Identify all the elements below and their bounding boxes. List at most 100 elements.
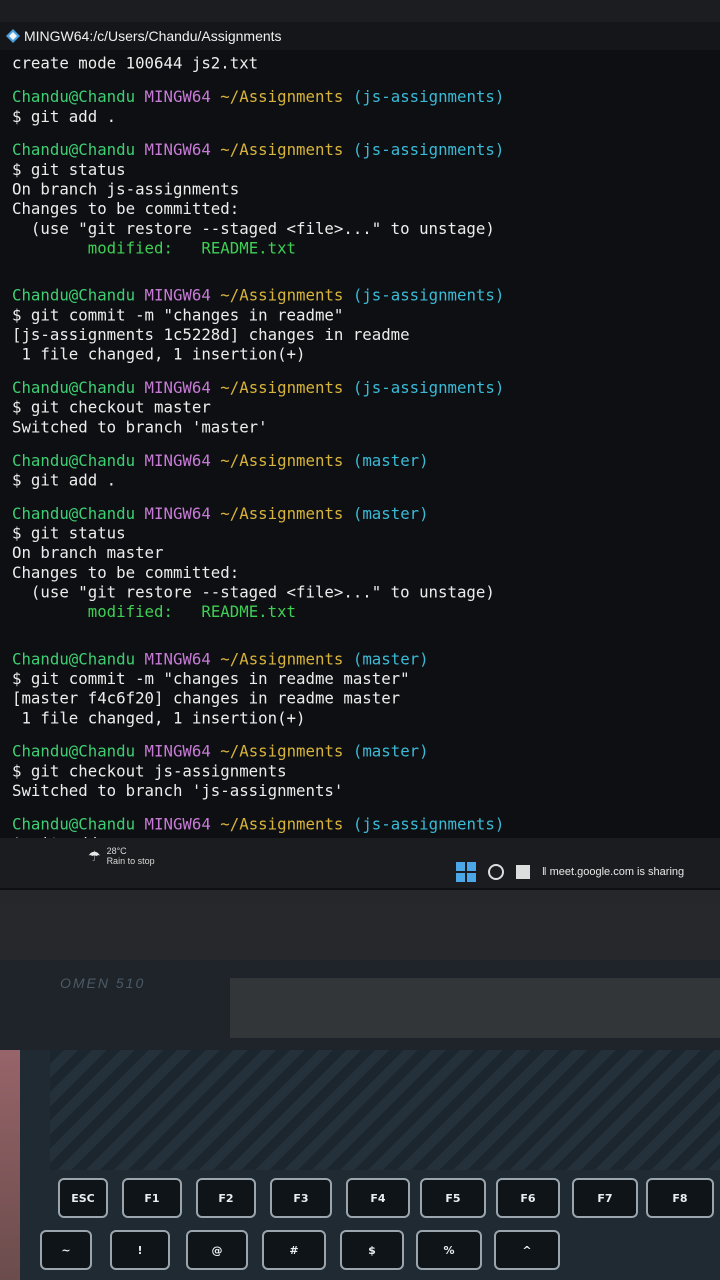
modified-filename: README.txt bbox=[201, 602, 297, 622]
prompt-user: Chandu@Chandu bbox=[12, 87, 136, 107]
taskbar-icons: ‖ meet.google.com is sharing bbox=[456, 862, 684, 882]
weather-temp: 28°C bbox=[106, 846, 127, 856]
output-line: $ git status bbox=[12, 160, 126, 179]
output-line: On branch master bbox=[12, 543, 164, 563]
modified-filename: README.txt bbox=[201, 238, 297, 258]
terminal-titlebar[interactable]: MINGW64:/c/Users/Chandu/Assignments bbox=[0, 22, 720, 50]
prompt-branch: (master) bbox=[352, 741, 429, 761]
output-line: $ git add . bbox=[12, 107, 117, 126]
output-line: On branch js-assignments bbox=[12, 179, 240, 199]
output-line: $ git status bbox=[12, 523, 126, 543]
weather-widget[interactable]: ☂ 28°C Rain to stop bbox=[88, 846, 155, 866]
key-esc[interactable]: ESC bbox=[58, 1178, 108, 1218]
prompt-branch: (js-assignments) bbox=[352, 814, 505, 834]
key-f7[interactable]: F7 bbox=[572, 1178, 638, 1218]
output-line: [master f4c6f20] changes in readme maste… bbox=[12, 688, 401, 708]
search-icon[interactable] bbox=[488, 864, 504, 880]
output-line: Changes to be committed: bbox=[12, 563, 240, 582]
output-line: $ git checkout master bbox=[12, 397, 211, 417]
prompt-sys: MINGW64 bbox=[144, 451, 211, 470]
prompt-sys: MINGW64 bbox=[144, 378, 211, 397]
prompt-path: ~/Assignments bbox=[220, 504, 344, 523]
key-f3[interactable]: F3 bbox=[270, 1178, 332, 1218]
prompt-branch: (master) bbox=[352, 504, 429, 523]
output-line: Changes to be committed: bbox=[12, 199, 240, 219]
laptop-screen: MINGW64:/c/Users/Chandu/Assignments crea… bbox=[0, 22, 720, 890]
rain-icon: ☂ bbox=[88, 847, 101, 864]
prompt-user: Chandu@Chandu bbox=[12, 741, 136, 761]
prompt-branch: (js-assignments) bbox=[352, 140, 505, 160]
modified-label: modified: bbox=[87, 602, 173, 622]
key-[interactable]: ! bbox=[110, 1230, 170, 1270]
prompt-branch: (js-assignments) bbox=[352, 378, 505, 397]
weather-desc: Rain to stop bbox=[106, 856, 155, 866]
prompt-path: ~/Assignments bbox=[220, 814, 344, 834]
prompt-sys: MINGW64 bbox=[144, 87, 211, 107]
task-view-icon[interactable] bbox=[516, 865, 530, 879]
prompt-line: Chandu@Chandu MINGW64 ~/Assignments (js-… bbox=[12, 140, 700, 160]
prompt-path: ~/Assignments bbox=[220, 741, 344, 761]
output-line: $ git commit -m "changes in readme" bbox=[12, 305, 344, 325]
key-[interactable]: # bbox=[262, 1230, 326, 1270]
output-line: (use "git restore --staged <file>..." to… bbox=[12, 219, 495, 238]
prompt-sys: MINGW64 bbox=[144, 140, 211, 160]
hinge-bar bbox=[230, 978, 720, 1038]
key-f5[interactable]: F5 bbox=[420, 1178, 486, 1218]
output-line: 1 file changed, 1 insertion(+) bbox=[12, 344, 306, 364]
terminal-output[interactable]: create mode 100644 js2.txt Chandu@Chandu … bbox=[12, 54, 700, 854]
output-line: $ git checkout js-assignments bbox=[12, 761, 287, 781]
key-[interactable]: ~ bbox=[40, 1230, 92, 1270]
prompt-line: Chandu@Chandu MINGW64 ~/Assignments (mas… bbox=[12, 504, 700, 524]
prompt-sys: MINGW64 bbox=[144, 814, 211, 834]
prompt-user: Chandu@Chandu bbox=[12, 140, 136, 160]
output-line: Switched to branch 'js-assignments' bbox=[12, 781, 344, 800]
prompt-sys: MINGW64 bbox=[144, 285, 211, 305]
key-f8[interactable]: F8 bbox=[646, 1178, 714, 1218]
output-line: (use "git restore --staged <file>..." to… bbox=[12, 582, 495, 602]
prompt-sys: MINGW64 bbox=[144, 649, 211, 669]
key-f1[interactable]: F1 bbox=[122, 1178, 182, 1218]
prompt-sys: MINGW64 bbox=[144, 741, 211, 761]
laptop-brand: OMEN 510 bbox=[60, 975, 146, 991]
prompt-user: Chandu@Chandu bbox=[12, 814, 136, 834]
output-line: 1 file changed, 1 insertion(+) bbox=[12, 708, 306, 728]
key-f4[interactable]: F4 bbox=[346, 1178, 410, 1218]
modified-file-line: modified: README.txt bbox=[12, 239, 700, 259]
output-line: Switched to branch 'master' bbox=[12, 417, 268, 437]
git-bash-icon bbox=[6, 29, 20, 43]
prompt-path: ~/Assignments bbox=[220, 451, 344, 470]
speaker-grille bbox=[50, 1050, 720, 1170]
prompt-path: ~/Assignments bbox=[220, 649, 344, 669]
output-line: $ git add . bbox=[12, 470, 117, 490]
prompt-branch: (master) bbox=[352, 649, 429, 669]
windows-start-icon[interactable] bbox=[456, 862, 476, 882]
key-[interactable]: ^ bbox=[494, 1230, 560, 1270]
prompt-user: Chandu@Chandu bbox=[12, 649, 136, 669]
key-[interactable]: $ bbox=[340, 1230, 404, 1270]
modified-file-line: modified: README.txt bbox=[12, 602, 700, 622]
key-[interactable]: @ bbox=[186, 1230, 248, 1270]
output-line: $ git commit -m "changes in readme maste… bbox=[12, 669, 410, 688]
prompt-line: Chandu@Chandu MINGW64 ~/Assignments (js-… bbox=[12, 286, 700, 306]
prompt-branch: (js-assignments) bbox=[352, 285, 505, 305]
prompt-user: Chandu@Chandu bbox=[12, 378, 136, 397]
key-f2[interactable]: F2 bbox=[196, 1178, 256, 1218]
output-line: [js-assignments 1c5228d] changes in read… bbox=[12, 325, 410, 344]
prompt-line: Chandu@Chandu MINGW64 ~/Assignments (js-… bbox=[12, 378, 700, 398]
screen-share-notice[interactable]: ‖ meet.google.com is sharing bbox=[542, 866, 684, 878]
output-line: create mode 100644 js2.txt bbox=[12, 54, 259, 73]
prompt-user: Chandu@Chandu bbox=[12, 285, 136, 305]
key-[interactable]: % bbox=[416, 1230, 482, 1270]
key-f6[interactable]: F6 bbox=[496, 1178, 560, 1218]
